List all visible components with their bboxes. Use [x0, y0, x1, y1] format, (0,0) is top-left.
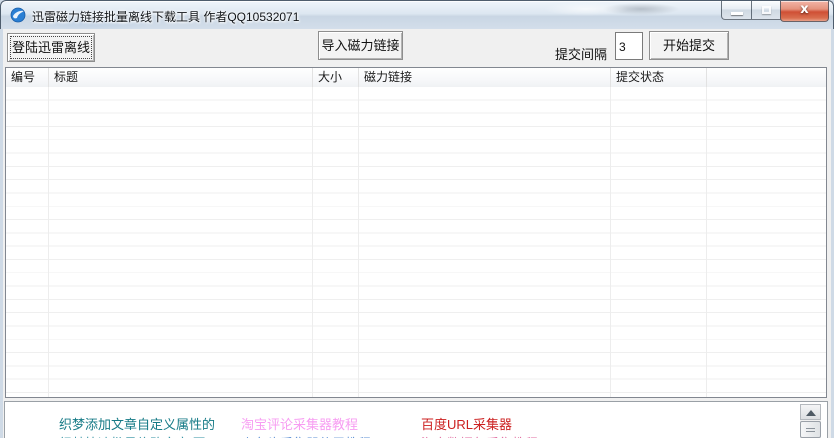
grid-line — [48, 87, 49, 397]
footer-link-panel: 织梦添加文章自定义属性的 淘宝评论采集器教程 百度URL采集器 织梦快速批量修改… — [4, 401, 828, 438]
column-header-number[interactable]: 编号 — [6, 68, 49, 87]
close-button[interactable]: x — [780, 1, 829, 22]
grid-line — [312, 87, 313, 397]
footer-scrollbar[interactable] — [800, 404, 821, 438]
scrollbar-thumb[interactable] — [800, 421, 821, 438]
column-header-filler — [707, 68, 826, 87]
window-title: 迅雷磁力链接批量离线下载工具 作者QQ10532071 — [32, 10, 300, 24]
title-bar[interactable]: 迅雷磁力链接批量离线下载工具 作者QQ10532071 x — [0, 0, 834, 29]
grid-line — [610, 87, 611, 397]
footer-link-baidu-url-collector[interactable]: 百度URL采集器 — [421, 414, 512, 433]
submit-interval-label: 提交间隔 — [555, 47, 608, 62]
footer-link-partial-2[interactable]: 火车头采集器使用教程 — [241, 433, 371, 438]
column-header-size[interactable]: 大小 — [313, 68, 359, 87]
grid-line — [706, 87, 707, 397]
import-magnet-button[interactable]: 导入磁力链接 — [318, 31, 403, 60]
start-submit-button[interactable]: 开始提交 — [649, 31, 729, 60]
close-icon: x — [800, 2, 809, 17]
maximize-icon — [762, 6, 771, 14]
footer-link-dedecms[interactable]: 织梦添加文章自定义属性的 — [59, 414, 215, 433]
column-header-title[interactable]: 标题 — [49, 68, 313, 87]
list-body[interactable] — [6, 87, 826, 397]
grid-line — [358, 87, 359, 397]
submit-interval-input[interactable] — [615, 32, 643, 60]
login-xunlei-button[interactable]: 登陆迅雷离线 — [7, 33, 95, 62]
footer-link-partial-3[interactable]: 淘宝数据包采集教程 — [421, 433, 538, 438]
download-task-list[interactable]: 编号 标题 大小 磁力链接 提交状态 — [5, 67, 827, 398]
app-window: 迅雷磁力链接批量离线下载工具 作者QQ10532071 x 登陆迅雷离线 导入磁… — [0, 0, 834, 438]
client-area: 登陆迅雷离线 导入磁力链接 提交间隔 开始提交 编号 标题 大小 磁力链接 提交… — [3, 29, 831, 438]
minimize-button[interactable] — [721, 1, 752, 20]
column-header-status[interactable]: 提交状态 — [611, 68, 707, 87]
footer-link-partial-1[interactable]: 织梦快速批量修改文章 图 — [59, 433, 206, 438]
column-header-magnet[interactable]: 磁力链接 — [359, 68, 611, 87]
maximize-button[interactable] — [751, 1, 781, 20]
minimize-icon — [731, 12, 743, 15]
app-icon — [10, 7, 26, 23]
scroll-up-arrow-icon[interactable] — [800, 404, 821, 420]
list-header: 编号 标题 大小 磁力链接 提交状态 — [6, 68, 826, 87]
footer-link-taobao-collector[interactable]: 淘宝评论采集器教程 — [241, 414, 358, 433]
